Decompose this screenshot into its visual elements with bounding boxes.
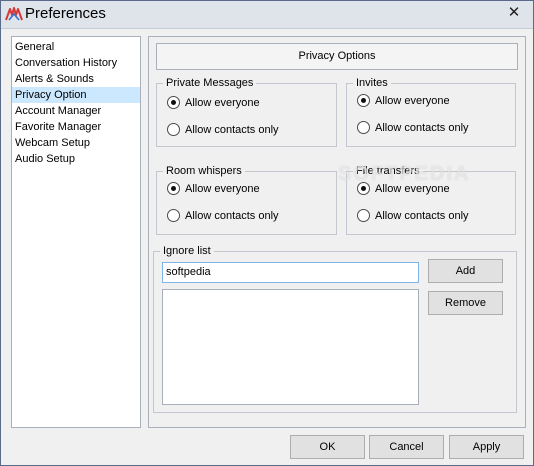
- watermark: SOFTPEDIA: [338, 163, 471, 185]
- category-list[interactable]: General Conversation History Alerts & So…: [11, 36, 141, 428]
- sidebar-item-conversation-history[interactable]: Conversation History: [12, 55, 140, 71]
- sidebar-item-webcam-setup[interactable]: Webcam Setup: [12, 135, 140, 151]
- sidebar-item-privacy-option[interactable]: Privacy Option: [12, 87, 140, 103]
- room-whispers-legend: Room whispers: [163, 165, 245, 178]
- radio-checked-icon[interactable]: [357, 94, 370, 107]
- ignore-list-entries[interactable]: [162, 289, 419, 405]
- invites-legend: Invites: [353, 77, 391, 90]
- title-bar: Preferences ✕: [1, 1, 533, 29]
- room-whispers-group: Room whispers Allow everyone Allow conta…: [156, 165, 337, 235]
- private-messages-allow-everyone[interactable]: Allow everyone: [167, 95, 260, 111]
- sidebar-item-alerts-sounds[interactable]: Alerts & Sounds: [12, 71, 140, 87]
- sidebar-item-account-manager[interactable]: Account Manager: [12, 103, 140, 119]
- room-whispers-allow-everyone[interactable]: Allow everyone: [167, 181, 260, 197]
- invites-allow-contacts[interactable]: Allow contacts only: [357, 120, 469, 136]
- radio-unchecked-icon[interactable]: [167, 209, 180, 222]
- invites-group: Invites Allow everyone Allow contacts on…: [346, 77, 516, 147]
- ignore-list-legend: Ignore list: [160, 245, 214, 258]
- invites-allow-everyone[interactable]: Allow everyone: [357, 93, 450, 109]
- apply-button[interactable]: Apply: [449, 435, 524, 459]
- preferences-window: Preferences ✕ General Conversation Histo…: [0, 0, 534, 466]
- radio-checked-icon[interactable]: [167, 182, 180, 195]
- private-messages-legend: Private Messages: [163, 77, 257, 90]
- sidebar-item-audio-setup[interactable]: Audio Setup: [12, 151, 140, 167]
- radio-unchecked-icon[interactable]: [167, 123, 180, 136]
- ok-button[interactable]: OK: [290, 435, 365, 459]
- sidebar-item-favorite-manager[interactable]: Favorite Manager: [12, 119, 140, 135]
- file-transfers-allow-contacts[interactable]: Allow contacts only: [357, 208, 469, 224]
- add-button[interactable]: Add: [428, 259, 503, 283]
- sidebar-item-general[interactable]: General: [12, 39, 140, 55]
- private-messages-group: Private Messages Allow everyone Allow co…: [156, 77, 337, 147]
- private-messages-allow-contacts[interactable]: Allow contacts only: [167, 122, 279, 138]
- radio-unchecked-icon[interactable]: [357, 121, 370, 134]
- room-whispers-allow-contacts[interactable]: Allow contacts only: [167, 208, 279, 224]
- ignore-list-input[interactable]: softpedia: [162, 262, 419, 283]
- panel-header: Privacy Options: [156, 43, 518, 70]
- window-title: Preferences: [25, 5, 106, 22]
- radio-checked-icon[interactable]: [167, 96, 180, 109]
- remove-button[interactable]: Remove: [428, 291, 503, 315]
- radio-unchecked-icon[interactable]: [357, 209, 370, 222]
- app-logo-icon: [5, 6, 23, 22]
- cancel-button[interactable]: Cancel: [369, 435, 444, 459]
- close-button[interactable]: ✕: [501, 3, 527, 23]
